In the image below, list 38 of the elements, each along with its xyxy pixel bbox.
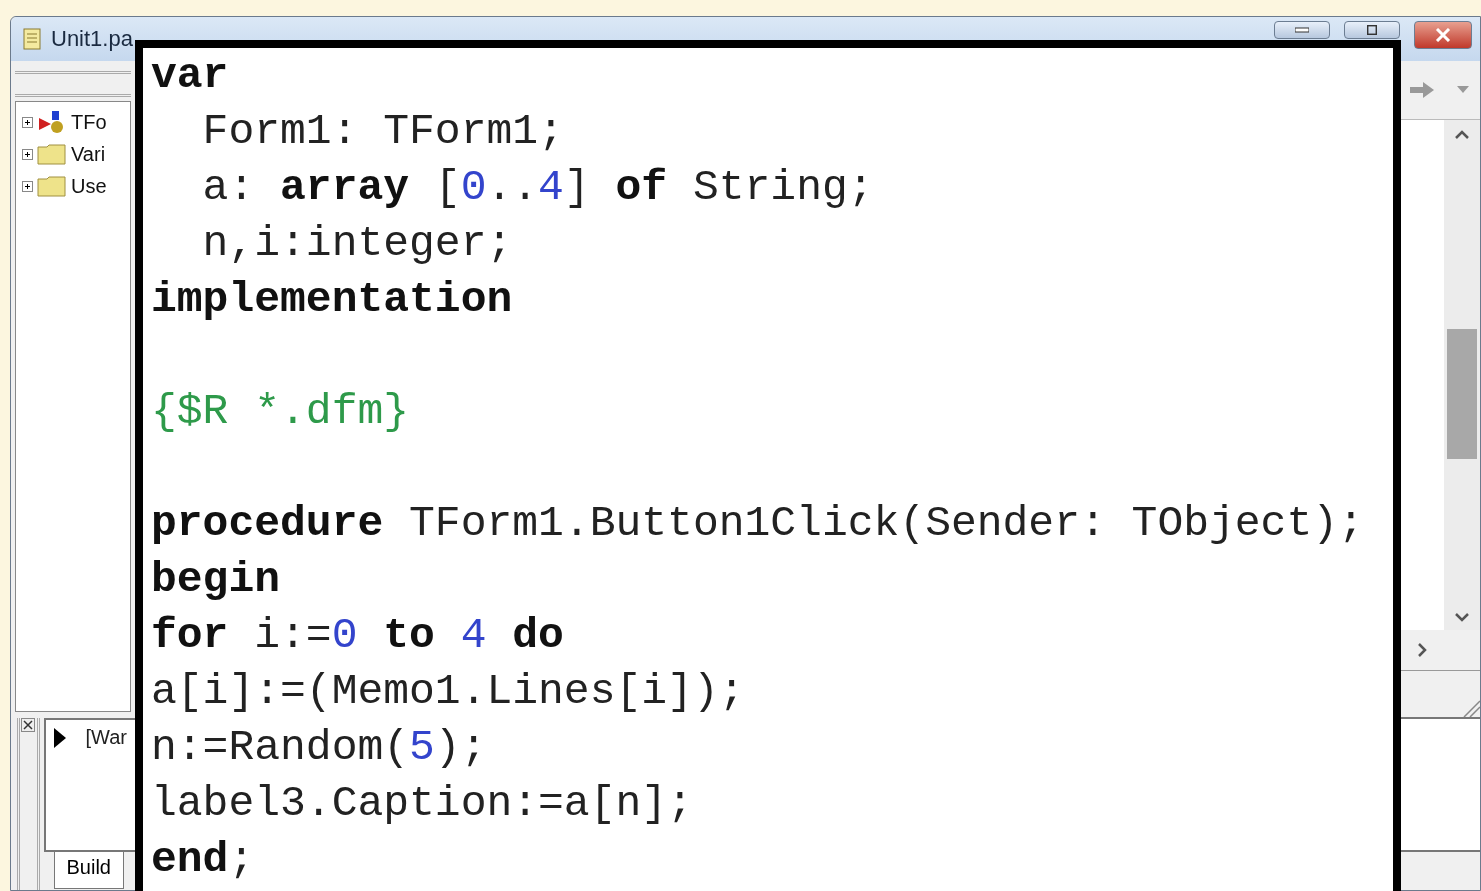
scroll-right-icon[interactable] — [1418, 643, 1427, 657]
folder-icon — [37, 175, 67, 197]
tree-item[interactable]: Vari — [71, 142, 106, 166]
code-line: a[i]:=(Memo1.Lines[i]); — [151, 666, 746, 718]
close-icon — [1435, 28, 1451, 42]
code-line: for i:=0 to 4 do — [151, 610, 565, 662]
code-line: Form1: TForm1; — [201, 106, 565, 158]
folder-icon — [37, 143, 67, 165]
expand-icon[interactable] — [22, 116, 33, 128]
code-line: begin — [151, 554, 282, 606]
code-line: end; — [151, 834, 256, 886]
code-line: n:=Random(5); — [151, 722, 488, 774]
scroll-down-icon[interactable] — [1455, 613, 1469, 622]
close-icon[interactable] — [21, 718, 36, 732]
message-item[interactable]: [War — [85, 726, 127, 749]
window-title: Unit1.pa — [51, 26, 133, 52]
scroll-up-icon[interactable] — [1455, 130, 1469, 139]
tree-item[interactable]: TFo — [71, 110, 107, 134]
code-line: n,i:integer; — [201, 218, 514, 270]
expand-icon[interactable] — [22, 180, 33, 192]
code-line: a: array [0..4] of String; — [201, 162, 875, 214]
code-line: {$R *.dfm} — [151, 386, 411, 438]
code-line: label3.Caption:=a[n]; — [151, 778, 694, 830]
vertical-scrollbar[interactable] — [1444, 120, 1480, 630]
minimize-button[interactable] — [1274, 21, 1330, 39]
triangle-icon — [53, 727, 66, 748]
code-line: var — [151, 50, 230, 102]
maximize-button[interactable] — [1344, 21, 1400, 39]
minimize-icon — [1295, 25, 1309, 35]
code-line: implementation — [151, 274, 514, 326]
expand-icon[interactable] — [22, 148, 33, 160]
maximize-icon — [1365, 25, 1379, 35]
scrollbar-thumb[interactable] — [1447, 329, 1477, 459]
document-icon — [23, 28, 41, 50]
close-button[interactable] — [1414, 21, 1472, 49]
build-tab[interactable]: Build — [53, 852, 124, 889]
code-line: procedure TForm1.Button1Click(Sender: TObject); — [151, 498, 1365, 550]
tree-item[interactable]: Use — [71, 174, 107, 198]
